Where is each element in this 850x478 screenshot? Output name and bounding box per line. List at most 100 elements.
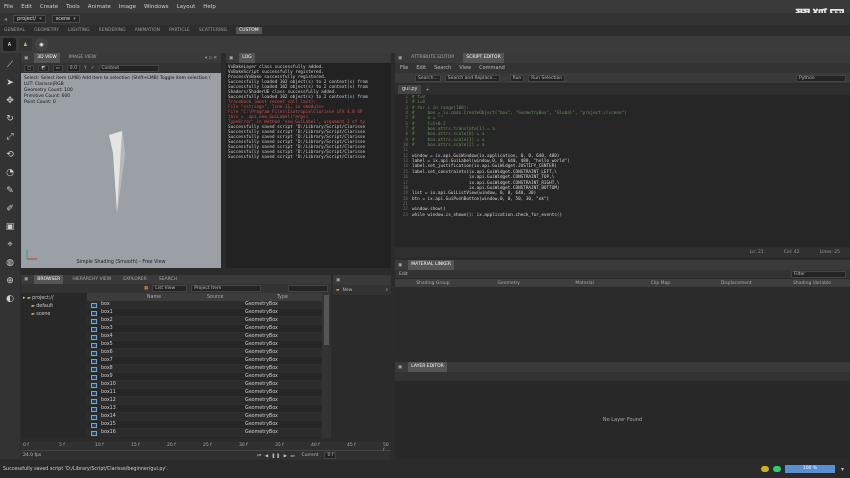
col-shading-group[interactable]: Shading Group (395, 281, 471, 286)
tab-script-editor[interactable]: SCRIPT EDITOR (463, 53, 504, 63)
table-row[interactable]: box2 GeometryBox (87, 317, 322, 325)
new-icon[interactable]: ▰ (336, 288, 339, 293)
shelf-tool-figure-icon[interactable]: ♟ (19, 38, 32, 51)
grid-view-icon[interactable]: ▦ (144, 286, 148, 291)
status-menu-icon[interactable]: ▾ (841, 466, 844, 473)
select-arrow-icon[interactable]: ➤ (4, 77, 17, 90)
transform-icon[interactable]: ⟲ (4, 149, 17, 162)
language-dropdown[interactable]: Python (796, 74, 846, 82)
browser-lock-icon[interactable]: ▣ (24, 277, 28, 282)
menu-tools[interactable]: Tools (66, 4, 80, 10)
tab-image-view[interactable]: IMAGE VIEW (66, 53, 100, 63)
col-clip-map[interactable]: Clip Map (622, 281, 698, 286)
tab-hierarchy-view[interactable]: HIERARCHY VIEW (69, 275, 114, 285)
tab-3d-view[interactable]: 3D VIEW (34, 53, 60, 63)
tab-search[interactable]: SEARCH (156, 275, 180, 285)
browser-scrollbar[interactable] (322, 293, 331, 438)
menu-help[interactable]: Help (203, 4, 216, 10)
tree-item-default[interactable]: ▰ default (23, 303, 84, 311)
menu-windows[interactable]: Windows (144, 4, 169, 10)
menu-edit[interactable]: Edit (21, 4, 32, 10)
shelf-tab-animation[interactable]: ANIMATION (135, 28, 160, 33)
shelf-tool-circle-icon[interactable]: ◉ (35, 38, 48, 51)
table-row[interactable]: box12 GeometryBox (87, 397, 322, 405)
menu-create[interactable]: Create (40, 4, 58, 10)
zoom-field[interactable]: 0.0 (66, 64, 80, 72)
log-lock-icon[interactable]: ▣ (229, 56, 233, 61)
pivot-icon[interactable]: ⊕ (4, 275, 17, 288)
paint-icon[interactable]: ✎ (4, 185, 17, 198)
code-editor[interactable]: 1 # t=0 2 # i=0 3 # for i in range(100): 4 # bo… (395, 95, 850, 247)
new-button[interactable]: New (342, 288, 352, 293)
context-dropdown[interactable]: Context (98, 64, 159, 72)
shelf-tab-geometry[interactable]: GEOMETRY (34, 28, 59, 33)
shelf-tool-ag-icon[interactable]: A (3, 38, 16, 51)
panel-menu-icon[interactable]: ▾ ▫ ✕ (205, 56, 217, 61)
table-row[interactable]: box4 GeometryBox (87, 333, 322, 341)
run-selection-button[interactable]: Run Selection (528, 74, 566, 82)
table-row[interactable]: box16 GeometryBox (87, 429, 322, 437)
tab-attribute-editor[interactable]: ATTRIBUTE EDITOR (408, 53, 457, 63)
col-shading-variable[interactable]: Shading Variable (774, 281, 850, 286)
tab-log[interactable]: LOG (239, 53, 255, 63)
table-row[interactable]: box5 GeometryBox (87, 341, 322, 349)
tab-material-linker[interactable]: MATERIAL LINKER (408, 260, 455, 270)
table-row[interactable]: box3 GeometryBox (87, 325, 322, 333)
table-row[interactable]: box7 GeometryBox (87, 357, 322, 365)
shelf-tab-custom[interactable]: CUSTOM (236, 27, 262, 34)
shelf-tab-rendering[interactable]: RENDERING (99, 28, 126, 33)
script-menu-file[interactable]: File (400, 65, 408, 71)
brush-icon[interactable]: ✐ (4, 203, 17, 216)
col-type[interactable]: Type (245, 295, 320, 300)
frame-icon[interactable]: ▣ (4, 221, 17, 234)
layer-list[interactable]: No Layer Found (395, 381, 850, 459)
render-icon[interactable]: ✓ (91, 66, 95, 71)
scale-icon[interactable]: ⤢ (4, 131, 17, 144)
display-icon[interactable]: ▭ (52, 64, 63, 72)
eyedropper-icon[interactable]: ⟋ (4, 59, 17, 72)
tab-browser[interactable]: BROWSER (34, 274, 64, 285)
run-button[interactable]: Run (509, 74, 525, 82)
material-table[interactable] (395, 287, 850, 359)
current-frame-field[interactable]: 0 f (324, 452, 337, 459)
properties-search-icon[interactable]: ⌕ (385, 287, 388, 293)
menu-file[interactable]: File (4, 4, 13, 10)
col-geometry[interactable]: Geometry (471, 281, 547, 286)
3d-viewport[interactable]: Select: Select item (LMB) Add item to se… (21, 73, 221, 268)
shelf-tab-scattering[interactable]: SCATTERING (199, 28, 227, 33)
tab-layer-editor[interactable]: LAYER EDITOR (408, 362, 447, 372)
shelf-tab-lighting[interactable]: LIGHTING (68, 28, 90, 33)
shading-icon[interactable]: ◩ (38, 64, 49, 72)
script-menu-search[interactable]: Search (434, 65, 451, 71)
material-edit-menu[interactable]: Edit (399, 272, 408, 277)
table-row[interactable]: box14 GeometryBox (87, 413, 322, 421)
lock-icon[interactable]: ▣ (24, 56, 28, 61)
shelf-tab-particle[interactable]: PARTICLE (169, 28, 190, 33)
scene-context-field[interactable]: scene ▾ (51, 15, 80, 23)
table-row[interactable]: box15 GeometryBox (87, 421, 322, 429)
rotate-icon[interactable]: ↻ (4, 113, 17, 126)
filter-icon[interactable]: Y (84, 66, 87, 71)
table-row[interactable]: box GeometryBox (87, 301, 322, 309)
camera-icon[interactable]: ▢ (24, 64, 35, 72)
script-menu-view[interactable]: View (459, 65, 471, 71)
properties-lock-icon[interactable]: ▣ (336, 278, 340, 283)
playback-controls[interactable]: ⏮ ◀ ❚❚ ▶ ⏭ (257, 453, 295, 459)
menu-image[interactable]: Image (119, 4, 136, 10)
timeline[interactable]: 0 f 5 f 10 f 15 f 20 f 25 f 30 f 35 f 40 f 45 f 50… (21, 442, 391, 460)
add-tab-icon[interactable]: + (425, 87, 429, 93)
move-icon[interactable]: ✥ (4, 95, 17, 108)
camera-orbit-icon[interactable]: ◔ (4, 167, 17, 180)
table-row[interactable]: box11 GeometryBox (87, 389, 322, 397)
material-filter-input[interactable]: Filter (791, 270, 846, 278)
file-tab-gui[interactable]: gui.py (398, 85, 422, 94)
script-lock-icon[interactable]: ▣ (398, 56, 402, 61)
globe-icon[interactable]: ◍ (4, 257, 17, 270)
col-displacement[interactable]: Displacement (698, 281, 774, 286)
layer-lock-icon[interactable]: ▣ (398, 365, 402, 370)
table-row[interactable]: box1 GeometryBox (87, 309, 322, 317)
shelf-tab-general[interactable]: GENERAL (4, 28, 25, 33)
material-lock-icon[interactable]: ▣ (398, 263, 402, 268)
table-row[interactable]: box9 GeometryBox (87, 373, 322, 381)
snap-icon[interactable]: ⌖ (4, 239, 17, 252)
